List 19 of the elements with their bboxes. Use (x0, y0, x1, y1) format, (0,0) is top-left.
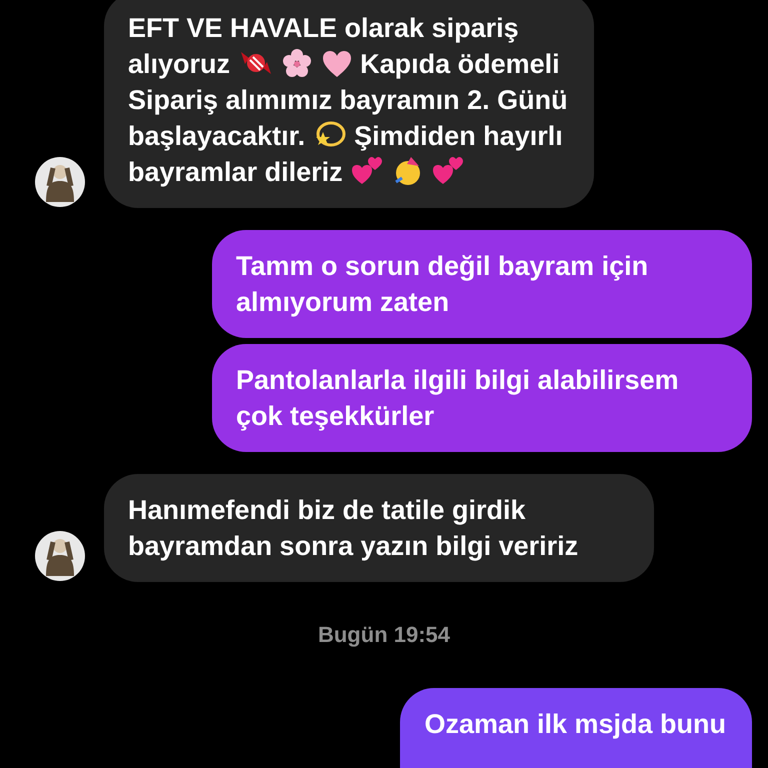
message-text: Tamm o sorun değil bayram için almıyorum zaten (236, 251, 648, 317)
message-text: başlayacaktır. (128, 121, 306, 151)
message-text: Hanımefendi biz de tatile girdik bayramdan sonra yazın bilgi veririz (128, 495, 578, 561)
message-text: Sipariş alımımız bayramın 2. Günü (128, 85, 568, 115)
message-text: alıyoruz (128, 49, 230, 79)
message-text: EFT VE HAVALE olarak sipariş (128, 13, 519, 43)
timestamp: Bugün 19:54 (318, 622, 450, 647)
hearts-icon (432, 156, 464, 186)
message-text: Pantolanlarla ilgili bilgi alabilirsem çok teşekkürler (236, 365, 679, 431)
hearts-icon (351, 156, 384, 186)
heart-icon (322, 50, 352, 78)
message-text: Ozaman ilk msjda bunu (424, 709, 726, 739)
message-text: Kapıda ödemeli (360, 49, 560, 79)
avatar-icon[interactable] (34, 156, 86, 208)
message-text: bayramlar dileriz (128, 157, 343, 187)
message-text: Şimdiden hayırlı (354, 121, 563, 151)
blossom-icon (282, 48, 312, 78)
avatar-icon[interactable] (34, 530, 86, 582)
party-face-icon (392, 156, 423, 186)
